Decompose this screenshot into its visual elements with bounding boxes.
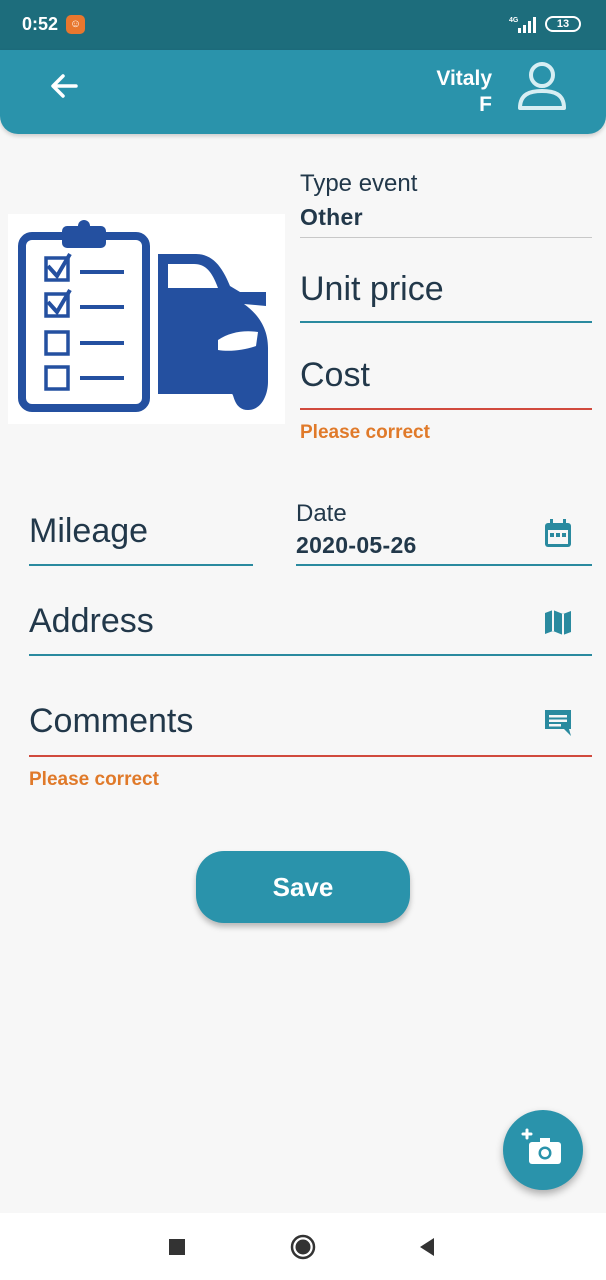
user-name: Vitaly F [436,66,492,118]
date-underline [296,564,592,566]
calendar-icon[interactable] [543,518,573,548]
mileage-underline [29,564,253,566]
add-photo-button[interactable] [503,1110,583,1190]
user-last-name: F [479,93,492,116]
arrow-back-icon[interactable] [44,66,84,106]
system-nav-bar [0,1213,606,1280]
account-icon[interactable] [514,58,570,114]
type-event-underline [300,237,592,238]
comments-input[interactable]: Comments [29,702,193,741]
add-photo-icon [521,1128,561,1164]
svg-text:4G: 4G [509,17,519,24]
home-button[interactable] [289,1233,317,1261]
recents-button[interactable] [163,1233,191,1261]
app-notification-icon: ☺ [66,15,85,34]
type-event-value: Other [300,204,363,230]
comment-icon[interactable] [543,707,573,737]
cost-input[interactable]: Cost [300,356,370,395]
address-input[interactable]: Address [29,602,154,641]
comments-error: Please correct [29,769,159,790]
status-bar: 0:52 ☺ 4G 13 [0,0,606,50]
address-underline [29,654,592,656]
status-time: 0:52 [22,14,59,34]
unit-price-input[interactable]: Unit price [300,270,444,309]
unit-price-underline [300,321,592,323]
battery-indicator: 13 [545,16,581,32]
comments-underline [29,755,592,757]
app-bar: Vitaly F [0,50,606,134]
checklist-car-illustration [8,214,285,424]
type-event-label: Type event [300,170,418,197]
user-first-name: Vitaly [436,67,492,90]
cost-underline [300,408,592,410]
back-button[interactable] [414,1233,442,1261]
type-event-field[interactable]: Type event Other [300,170,592,240]
map-icon[interactable] [543,607,573,637]
mileage-input[interactable]: Mileage [29,512,148,551]
signal-icon: 4G [509,17,536,33]
cost-error: Please correct [300,422,430,443]
save-button[interactable]: Save [196,851,410,923]
